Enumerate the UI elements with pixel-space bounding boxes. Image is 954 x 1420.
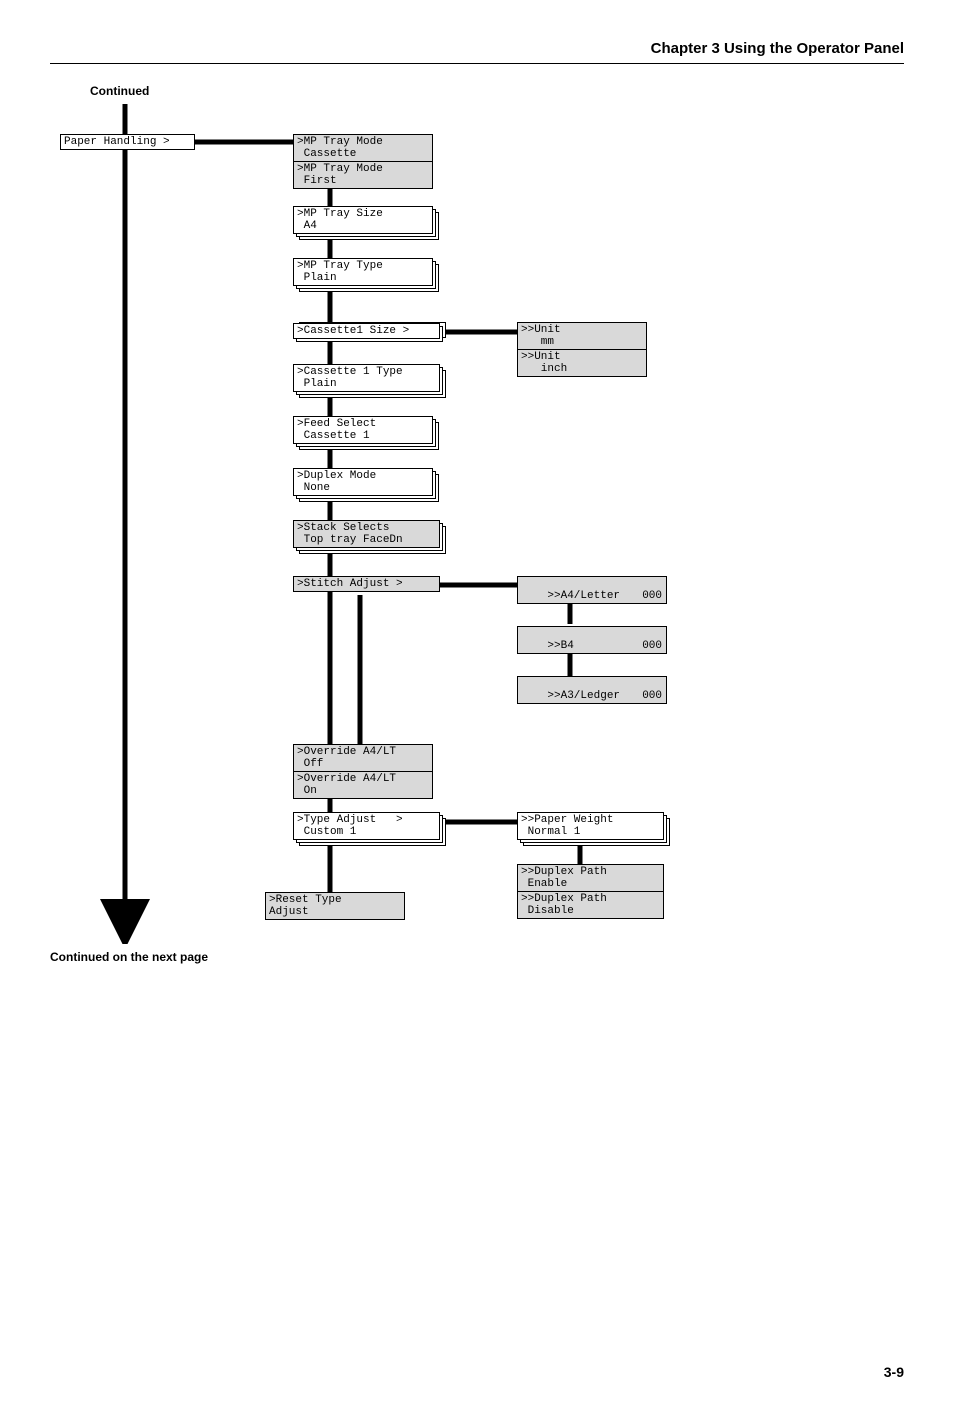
chapter-header: Chapter 3 Using the Operator Panel bbox=[50, 40, 904, 64]
menu-cassette1-size: >Cassette1 Size > bbox=[293, 323, 440, 339]
menu-stitch-b4: >>B4 000 bbox=[517, 626, 667, 654]
label: >>B4 bbox=[547, 640, 573, 652]
label: >>A4/Letter bbox=[547, 590, 620, 602]
menu-cassette1-type: >Cassette 1 Type Plain bbox=[293, 364, 440, 392]
continued-label-bottom: Continued on the next page bbox=[50, 950, 904, 964]
menu-mp-tray-type: >MP Tray Type Plain bbox=[293, 258, 433, 286]
menu-mp-tray-mode-first: >MP Tray Mode First bbox=[293, 161, 433, 189]
menu-mp-tray-mode-cassette: >MP Tray Mode Cassette bbox=[293, 134, 433, 162]
menu-unit-inch: >>Unit inch bbox=[517, 349, 647, 377]
menu-paper-handling: Paper Handling > bbox=[60, 134, 195, 150]
page-number: 3-9 bbox=[50, 1364, 904, 1380]
label: >>A3/Ledger bbox=[547, 690, 620, 702]
menu-unit-mm: >>Unit mm bbox=[517, 322, 647, 350]
value: 000 bbox=[642, 640, 662, 652]
menu-duplex-path-enable: >>Duplex Path Enable bbox=[517, 864, 664, 892]
menu-override-off: >Override A4/LT Off bbox=[293, 744, 433, 772]
menu-stitch-a3-ledger: >>A3/Ledger 000 bbox=[517, 676, 667, 704]
menu-stitch-a4-letter: >>A4/Letter 000 bbox=[517, 576, 667, 604]
menu-duplex-mode: >Duplex Mode None bbox=[293, 468, 433, 496]
menu-paper-weight: >>Paper Weight Normal 1 bbox=[517, 812, 664, 840]
menu-mp-tray-size: >MP Tray Size A4 bbox=[293, 206, 433, 234]
menu-reset-type-adjust: >Reset Type Adjust bbox=[265, 892, 405, 920]
menu-type-adjust: >Type Adjust > Custom 1 bbox=[293, 812, 440, 840]
continued-label-top: Continued bbox=[90, 84, 904, 98]
menu-duplex-path-disable: >>Duplex Path Disable bbox=[517, 891, 664, 919]
menu-stack-selects: >Stack Selects Top tray FaceDn bbox=[293, 520, 440, 548]
value: 000 bbox=[642, 590, 662, 602]
menu-stitch-adjust: >Stitch Adjust > bbox=[293, 576, 440, 592]
menu-feed-select: >Feed Select Cassette 1 bbox=[293, 416, 433, 444]
menu-override-on: >Override A4/LT On bbox=[293, 771, 433, 799]
value: 000 bbox=[642, 690, 662, 702]
menu-flow-diagram: Paper Handling > >MP Tray Mode Cassette … bbox=[50, 104, 690, 944]
